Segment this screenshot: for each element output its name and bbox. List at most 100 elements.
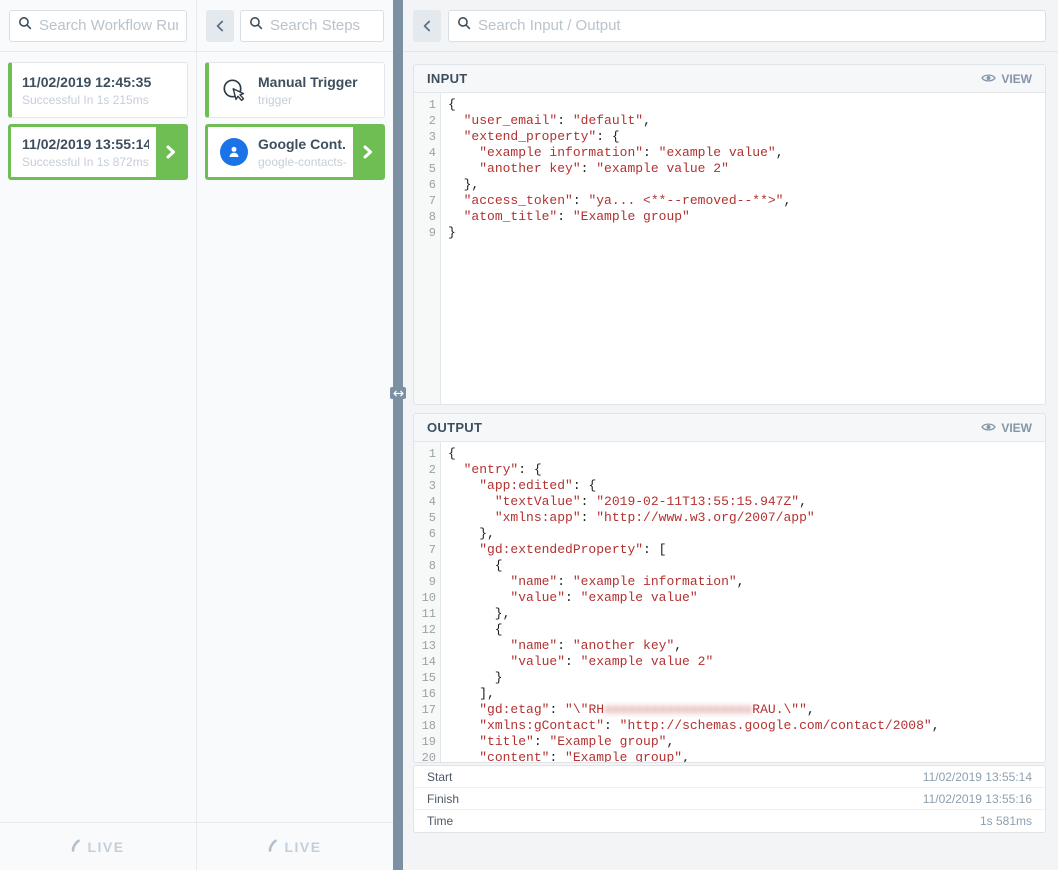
steps-search-input[interactable] (270, 17, 375, 34)
steps-search-box[interactable] (240, 10, 384, 42)
code-line: 5 "another key": "example value 2" (414, 161, 1045, 177)
line-number: 2 (414, 462, 441, 478)
summary-row: Start 11/02/2019 13:55:14 (414, 766, 1045, 788)
code-line: 5 "xmlns:app": "http://www.w3.org/2007/a… (414, 510, 1045, 526)
summary-label: Time (427, 814, 453, 828)
search-icon (457, 16, 471, 35)
io-body: INPUT VIEW 1{2 "user_email": "default",3… (403, 52, 1058, 870)
code-text: "atom_title": "Example group" (441, 209, 690, 225)
output-code-viewer[interactable]: 1{2 "entry": {3 "app:edited": {4 "textVa… (414, 442, 1045, 762)
manual-trigger-icon (219, 77, 249, 104)
code-text: }, (441, 606, 510, 622)
summary-row: Finish 11/02/2019 13:55:16 (414, 788, 1045, 810)
line-number: 16 (414, 686, 441, 702)
line-number: 11 (414, 606, 441, 622)
code-text: { (441, 558, 503, 574)
code-line: 10 "value": "example value" (414, 590, 1045, 606)
code-line: 8 "atom_title": "Example group" (414, 209, 1045, 225)
input-code-lines: 1{2 "user_email": "default",3 "extend_pr… (414, 93, 1045, 241)
line-number: 4 (414, 494, 441, 510)
panel-divider[interactable] (393, 0, 403, 870)
line-number: 6 (414, 526, 441, 542)
output-view-button[interactable]: VIEW (981, 421, 1032, 435)
line-number: 3 (414, 129, 441, 145)
summary-label: Start (427, 770, 452, 784)
line-number: 10 (414, 590, 441, 606)
chevron-right-icon[interactable] (353, 127, 382, 177)
back-button[interactable] (413, 10, 441, 42)
line-number: 12 (414, 622, 441, 638)
code-text: "xmlns:app": "http://www.w3.org/2007/app… (441, 510, 815, 526)
line-number: 9 (414, 574, 441, 590)
step-title: Manual Trigger (258, 74, 376, 90)
code-line: 1{ (414, 97, 1045, 113)
workflow-run-card[interactable]: 11/02/2019 12:45:35 Successful In 1s 215m… (8, 62, 188, 118)
code-text: "another key": "example value 2" (441, 161, 729, 177)
code-text: "extend_property": { (441, 129, 620, 145)
line-number: 14 (414, 654, 441, 670)
line-number: 17 (414, 702, 441, 718)
workflow-run-card[interactable]: 11/02/2019 13:55:14Successful In 1s 872m… (8, 124, 188, 180)
line-number: 1 (414, 446, 441, 462)
summary-value: 11/02/2019 13:55:16 (923, 792, 1032, 806)
summary-value: 1s 581ms (980, 814, 1032, 828)
code-text: "title": "Example group", (441, 734, 674, 750)
view-label: VIEW (1001, 421, 1032, 435)
workflow-run-title: 11/02/2019 12:45:35 (22, 74, 179, 90)
summary-label: Finish (427, 792, 459, 806)
live-indicator[interactable]: LIVE (0, 822, 196, 870)
line-number: 5 (414, 161, 441, 177)
line-number: 18 (414, 718, 441, 734)
code-text: "user_email": "default", (441, 113, 651, 129)
code-text: { (441, 622, 503, 638)
line-number: 9 (414, 225, 441, 241)
io-search-input[interactable] (478, 17, 1037, 34)
code-line: 9 "name": "example information", (414, 574, 1045, 590)
io-search-box[interactable] (448, 10, 1046, 42)
step-card[interactable]: Google Cont...google-contacts-1 (205, 124, 385, 180)
input-title: INPUT (427, 71, 468, 86)
live-indicator[interactable]: LIVE (197, 822, 393, 870)
steps-panel: Manual Triggertrigger Google Cont...googl… (197, 0, 393, 870)
code-text: }, (441, 526, 495, 542)
line-number: 4 (414, 145, 441, 161)
code-text: "gd:extendedProperty": [ (441, 542, 666, 558)
code-line: 2 "entry": { (414, 462, 1045, 478)
code-text: "textValue": "2019-02-11T13:55:15.947Z", (441, 494, 807, 510)
back-button[interactable] (206, 10, 234, 42)
code-line: 6 }, (414, 177, 1045, 193)
code-line: 3 "app:edited": { (414, 478, 1045, 494)
code-line: 7 "gd:extendedProperty": [ (414, 542, 1045, 558)
code-text: ], (441, 686, 495, 702)
input-view-button[interactable]: VIEW (981, 72, 1032, 86)
workflow-runs-list: 11/02/2019 12:45:35 Successful In 1s 215m… (0, 52, 196, 822)
line-number: 6 (414, 177, 441, 193)
code-line: 20 "content": "Example group", (414, 750, 1045, 762)
input-code-viewer[interactable]: 1{2 "user_email": "default",3 "extend_pr… (414, 93, 1045, 404)
run-summary-card: Start 11/02/2019 13:55:14 Finish 11/02/2019… (413, 765, 1046, 833)
google-contacts-icon (219, 138, 249, 166)
steps-search-bar (197, 0, 393, 52)
workflow-runs-search-box[interactable] (9, 10, 187, 42)
code-text: "name": "another key", (441, 638, 682, 654)
code-line: 14 "value": "example value 2" (414, 654, 1045, 670)
step-subtitle: google-contacts-1 (258, 155, 346, 169)
code-text: "entry": { (441, 462, 542, 478)
step-card-body: Google Cont...google-contacts-1 (258, 136, 346, 169)
code-line: 19 "title": "Example group", (414, 734, 1045, 750)
step-card[interactable]: Manual Triggertrigger (205, 62, 385, 118)
workflow-runs-panel: 11/02/2019 12:45:35 Successful In 1s 215m… (0, 0, 197, 870)
panel-resize-handle[interactable] (390, 387, 406, 399)
code-line: 4 "example information": "example value"… (414, 145, 1045, 161)
code-line: 1{ (414, 446, 1045, 462)
line-number: 2 (414, 113, 441, 129)
search-icon (249, 16, 263, 35)
summary-value: 11/02/2019 13:55:14 (923, 770, 1032, 784)
input-header: INPUT VIEW (414, 65, 1045, 93)
workflow-runs-search-input[interactable] (39, 17, 178, 34)
code-line: 13 "name": "another key", (414, 638, 1045, 654)
code-line: 15 } (414, 670, 1045, 686)
code-line: 8 { (414, 558, 1045, 574)
chevron-right-icon[interactable] (156, 127, 185, 177)
workflow-run-subtitle: Successful In 1s 215ms (22, 93, 179, 107)
